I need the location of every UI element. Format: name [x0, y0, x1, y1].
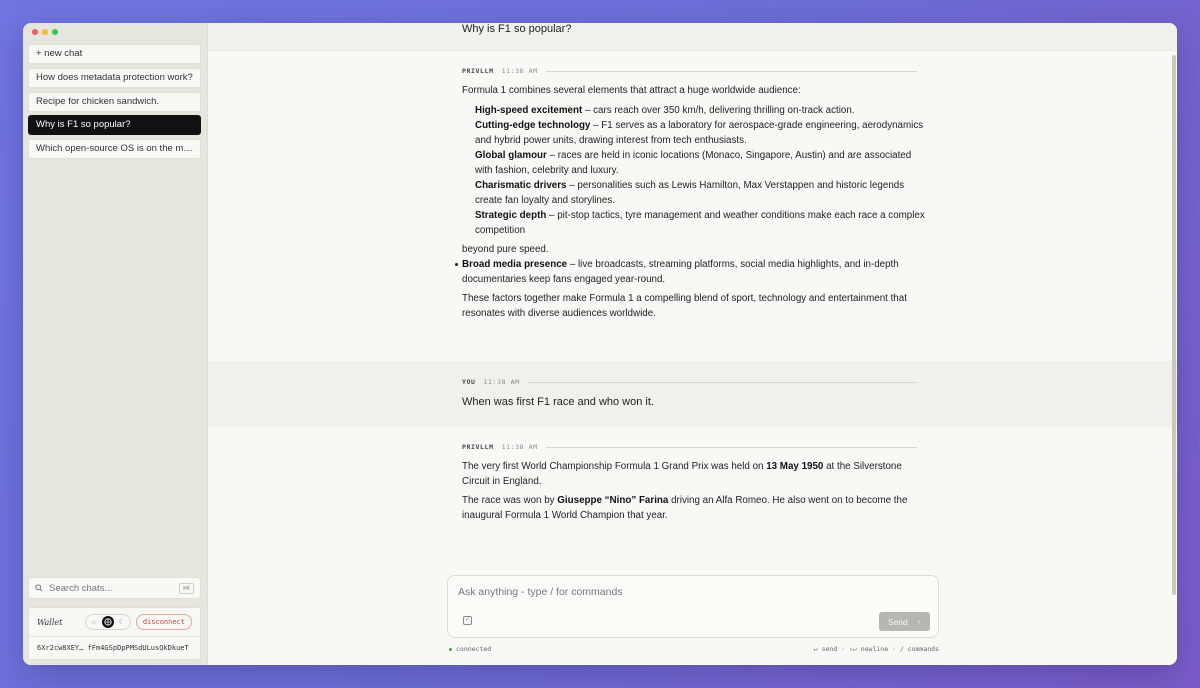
chat-item[interactable]: Which open-source OS is on the market?: [28, 139, 201, 160]
wallet-label: Wallet: [37, 617, 63, 627]
chat-item[interactable]: Recipe for chicken sandwich.: [28, 91, 201, 112]
attach-icon[interactable]: ✓: [463, 616, 472, 625]
light-icon[interactable]: ☼: [88, 616, 100, 628]
divider: [527, 381, 917, 383]
send-label: Send: [887, 616, 908, 627]
search-chats[interactable]: Search chats... ⌘K: [28, 577, 201, 599]
message-time: 11:36 AM: [501, 67, 538, 75]
search-shortcut-badge: ⌘K: [178, 582, 194, 594]
message-role: PRIVLLM: [462, 67, 494, 75]
wallet-address: 6Xr2cw8XEY… fFm4GSpDpPMSdULusQkDkueT: [37, 644, 189, 652]
new-chat-button[interactable]: + new chat: [28, 44, 201, 64]
disconnect-button[interactable]: disconnect: [135, 614, 192, 630]
divider: [545, 70, 917, 72]
close-window-button[interactable]: [32, 29, 38, 35]
user-message-header: YOU 11:38 AM: [462, 378, 917, 386]
arrow-up-icon: ↑: [916, 616, 922, 627]
bullet-icon: [455, 263, 458, 266]
user-message-text: Why is F1 so popular?: [462, 23, 572, 35]
sidebar: + new chat How does metadata protection …: [23, 23, 208, 665]
user-message: [208, 361, 1177, 427]
dark-icon[interactable]: ☾: [116, 616, 128, 628]
chat-item[interactable]: How does metadata protection work?: [28, 67, 201, 88]
message-time: 11:38 AM: [483, 378, 520, 386]
search-input[interactable]: Search chats...: [49, 583, 112, 594]
app-window: + new chat How does metadata protection …: [23, 23, 1177, 665]
reply-continuation: beyond pure speed.: [462, 244, 549, 255]
composer: ✓ Send ↑: [447, 575, 939, 638]
maximize-window-button[interactable]: [52, 29, 58, 35]
search-icon: [35, 584, 43, 592]
connection-status: connected: [456, 645, 492, 653]
system-icon[interactable]: [101, 616, 114, 628]
scrollbar[interactable]: [1172, 55, 1176, 595]
reply-paragraph: The race was won by Giuseppe “Nino” Fari…: [462, 495, 908, 521]
user-message-text: When was first F1 race and who won it.: [462, 396, 654, 408]
divider: [545, 446, 917, 448]
message-role: YOU: [462, 378, 476, 386]
message-input[interactable]: [458, 586, 918, 598]
reply-intro: Formula 1 combines several elements that…: [462, 85, 801, 96]
assistant-message-header: PRIVLLM 11:36 AM: [462, 67, 917, 75]
conversation: Why is F1 so popular? PRIVLLM 11:36 AM F…: [208, 23, 1177, 565]
chat-main: Why is F1 so popular? PRIVLLM 11:36 AM F…: [208, 23, 1177, 665]
chat-item-active[interactable]: Why is F1 so popular?: [28, 115, 201, 136]
list-item: Global glamour – races are held in iconi…: [475, 150, 912, 176]
minimize-window-button[interactable]: [42, 29, 48, 35]
connection-status-icon: [449, 647, 452, 651]
reply-outro: These factors together make Formula 1 a …: [462, 293, 907, 319]
window-controls: [32, 29, 58, 35]
assistant-message-header: PRIVLLM 11:38 AM: [462, 443, 917, 451]
theme-toggle: ☼ ☾: [84, 614, 131, 630]
list-item: Cutting-edge technology – F1 serves as a…: [475, 120, 924, 146]
list-item: Broad media presence – live broadcasts, …: [462, 259, 899, 285]
previous-user-message: Why is F1 so popular?: [208, 23, 1177, 51]
keyboard-hints: ↵ send · ⇧↵ newline · / commands: [813, 645, 939, 653]
message-role: PRIVLLM: [462, 443, 494, 451]
list-item: High-speed excitement – cars reach over …: [475, 105, 855, 116]
message-time: 11:38 AM: [501, 443, 538, 451]
list-item: Strategic depth – pit-stop tactics, tyre…: [475, 210, 925, 236]
reply-paragraph: The very first World Championship Formul…: [462, 461, 902, 487]
chat-list: + new chat How does metadata protection …: [28, 44, 201, 163]
wallet-card: Wallet ☼ ☾ disconnect 6Xr2cw8XEY… fFm4GS…: [28, 607, 201, 660]
status-bar: connected ↵ send · ⇧↵ newline · / comman…: [449, 645, 939, 653]
list-item: Charismatic drivers – personalities such…: [475, 180, 905, 206]
send-button[interactable]: Send ↑: [879, 612, 930, 631]
